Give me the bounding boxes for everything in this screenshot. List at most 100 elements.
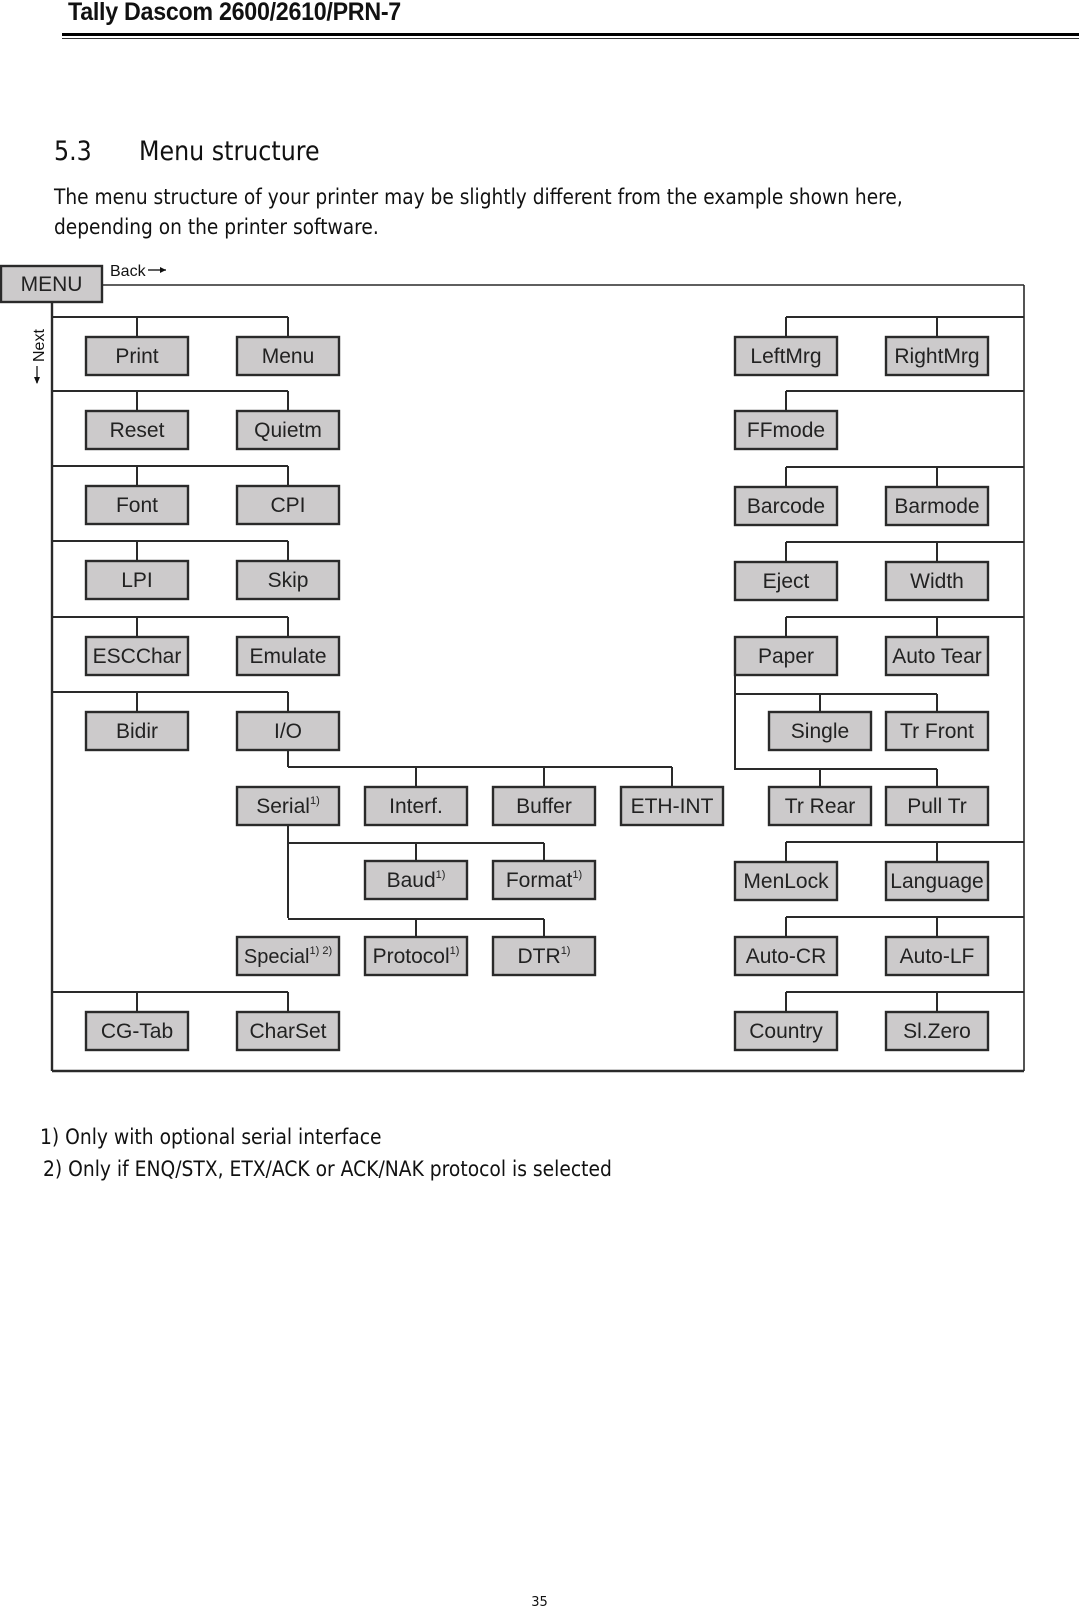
menu-item-language-label: Language bbox=[890, 870, 983, 893]
menu-item-menu: Menu bbox=[235, 335, 341, 377]
menu-item-skip-label: Skip bbox=[268, 569, 309, 592]
serial-item-baud: Baud1) bbox=[363, 859, 469, 901]
serial-item-protocol-footnote-ref: 1) bbox=[450, 945, 460, 957]
io-item-serial-footnote-ref: 1) bbox=[310, 795, 320, 807]
menu-item-width: Width bbox=[884, 560, 990, 602]
io-item-buffer-label: Buffer bbox=[516, 795, 572, 818]
menu-item-leftmrg: LeftMrg bbox=[733, 335, 839, 377]
header-rule-thin bbox=[62, 38, 1079, 39]
menu-item-menlock-label: MenLock bbox=[743, 870, 829, 893]
paper-item-single-label: Single bbox=[791, 720, 849, 743]
menu-root: MENU bbox=[0, 264, 104, 304]
paper-item-single: Single bbox=[767, 710, 873, 752]
menu-item-i-o: I/O bbox=[235, 710, 341, 752]
menu-item-auto-tear: Auto Tear bbox=[884, 635, 990, 677]
io-item-eth-int: ETH-INT bbox=[619, 785, 725, 827]
menu-item-quietm-label: Quietm bbox=[254, 419, 322, 442]
menu-item-paper-label: Paper bbox=[758, 645, 814, 668]
serial-item-protocol-label: Protocol1) bbox=[373, 945, 460, 968]
paper-item-tr-front: Tr Front bbox=[884, 710, 990, 752]
menu-item-ffmode: FFmode bbox=[733, 409, 839, 451]
menu-item-cpi-label: CPI bbox=[270, 494, 305, 517]
menu-item-auto-lf-label: Auto-LF bbox=[900, 945, 975, 968]
header-rule bbox=[62, 33, 1079, 36]
menu-item-eject-label: Eject bbox=[763, 570, 810, 593]
menu-item-i-o-label: I/O bbox=[274, 720, 302, 743]
menu-item-menlock: MenLock bbox=[733, 860, 839, 902]
menu-item-reset: Reset bbox=[84, 409, 190, 451]
menu-item-ffmode-label: FFmode bbox=[747, 419, 825, 442]
menu-item-bidir-label: Bidir bbox=[116, 720, 158, 743]
section-title: Menu structure bbox=[139, 136, 320, 167]
menu-item-sl-zero-label: Sl.Zero bbox=[903, 1020, 971, 1043]
menu-item-emulate: Emulate bbox=[235, 635, 341, 677]
menu-item-country-label: Country bbox=[749, 1020, 823, 1043]
menu-item-auto-tear-label: Auto Tear bbox=[892, 645, 982, 668]
serial-item-format-footnote-ref: 1) bbox=[572, 869, 582, 881]
paper-item-tr-rear: Tr Rear bbox=[767, 785, 873, 827]
serial-item-dtr: DTR1) bbox=[491, 935, 597, 977]
io-item-serial: Serial1) bbox=[235, 785, 341, 827]
menu-item-escchar: ESCChar bbox=[84, 635, 190, 677]
serial-item-format: Format1) bbox=[491, 859, 597, 901]
menu-item-print: Print bbox=[84, 335, 190, 377]
menu-item-charset-label: CharSet bbox=[249, 1020, 326, 1043]
menu-item-menu-label: Menu bbox=[262, 345, 315, 368]
footnote-2: 2) Only if ENQ/STX, ETX/ACK or ACK/NAK p… bbox=[43, 1157, 612, 1182]
menu-item-print-label: Print bbox=[115, 345, 158, 368]
menu-item-cg-tab: CG-Tab bbox=[84, 1010, 190, 1052]
io-item-interf: Interf. bbox=[363, 785, 469, 827]
menu-item-country: Country bbox=[733, 1010, 839, 1052]
serial-item-baud-footnote-ref: 1) bbox=[436, 869, 446, 881]
section-number: 5.3 bbox=[54, 136, 92, 167]
menu-structure-diagram: MENU Back Next Print Menu Reset Quietm Font CPI L… bbox=[0, 263, 1025, 1073]
next-label: Next bbox=[31, 329, 48, 362]
menu-item-quietm: Quietm bbox=[235, 409, 341, 451]
menu-item-barmode-label: Barmode bbox=[894, 495, 979, 518]
menu-item-sl-zero: Sl.Zero bbox=[884, 1010, 990, 1052]
paper-item-pull-tr-label: Pull Tr bbox=[907, 795, 967, 818]
menu-item-leftmrg-label: LeftMrg bbox=[750, 345, 821, 368]
document-header-title: Tally Dascom 2600/2610/PRN-7 bbox=[68, 0, 401, 26]
next-arrowhead-icon bbox=[34, 377, 40, 384]
menu-item-bidir: Bidir bbox=[84, 710, 190, 752]
menu-item-reset-label: Reset bbox=[110, 419, 165, 442]
menu-item-language: Language bbox=[884, 860, 990, 902]
menu-item-lpi-label: LPI bbox=[121, 569, 153, 592]
menu-item-cg-tab-label: CG-Tab bbox=[101, 1020, 173, 1043]
serial-item-special-footnote-ref: 1) 2) bbox=[309, 945, 332, 957]
menu-item-barmode: Barmode bbox=[884, 485, 990, 527]
menu-item-auto-cr-label: Auto-CR bbox=[746, 945, 827, 968]
paper-item-tr-rear-label: Tr Rear bbox=[785, 795, 855, 818]
menu-item-font-label: Font bbox=[116, 494, 158, 517]
menu-item-rightmrg-label: RightMrg bbox=[894, 345, 979, 368]
menu-item-emulate-label: Emulate bbox=[249, 645, 326, 668]
serial-item-dtr-footnote-ref: 1) bbox=[561, 945, 571, 957]
menu-item-barcode: Barcode bbox=[733, 485, 839, 527]
footnote-1: 1) Only with optional serial interface bbox=[40, 1125, 382, 1150]
io-item-eth-int-label: ETH-INT bbox=[631, 795, 714, 818]
menu-item-cpi: CPI bbox=[235, 484, 341, 526]
io-item-buffer: Buffer bbox=[491, 785, 597, 827]
serial-item-special: Special1) 2) bbox=[235, 935, 341, 977]
menu-item-auto-cr: Auto-CR bbox=[733, 935, 839, 977]
back-label: Back bbox=[110, 263, 147, 280]
paper-item-pull-tr: Pull Tr bbox=[884, 785, 990, 827]
serial-item-format-label: Format1) bbox=[506, 869, 582, 892]
menu-item-skip: Skip bbox=[235, 559, 341, 601]
menu-item-escchar-label: ESCChar bbox=[93, 645, 182, 668]
menu-item-charset: CharSet bbox=[235, 1010, 341, 1052]
io-item-interf-label: Interf. bbox=[389, 795, 443, 818]
menu-item-font: Font bbox=[84, 484, 190, 526]
back-arrowhead-icon bbox=[160, 267, 166, 273]
menu-item-width-label: Width bbox=[910, 570, 964, 593]
menu-item-lpi: LPI bbox=[84, 559, 190, 601]
menu-root-label: MENU bbox=[21, 273, 83, 296]
menu-item-barcode-label: Barcode bbox=[747, 495, 825, 518]
menu-item-eject: Eject bbox=[733, 560, 839, 602]
serial-item-protocol: Protocol1) bbox=[363, 935, 469, 977]
paper-item-tr-front-label: Tr Front bbox=[900, 720, 974, 743]
menu-item-paper: Paper bbox=[733, 635, 839, 677]
menu-item-rightmrg: RightMrg bbox=[884, 335, 990, 377]
page-number: 35 bbox=[531, 1595, 548, 1610]
